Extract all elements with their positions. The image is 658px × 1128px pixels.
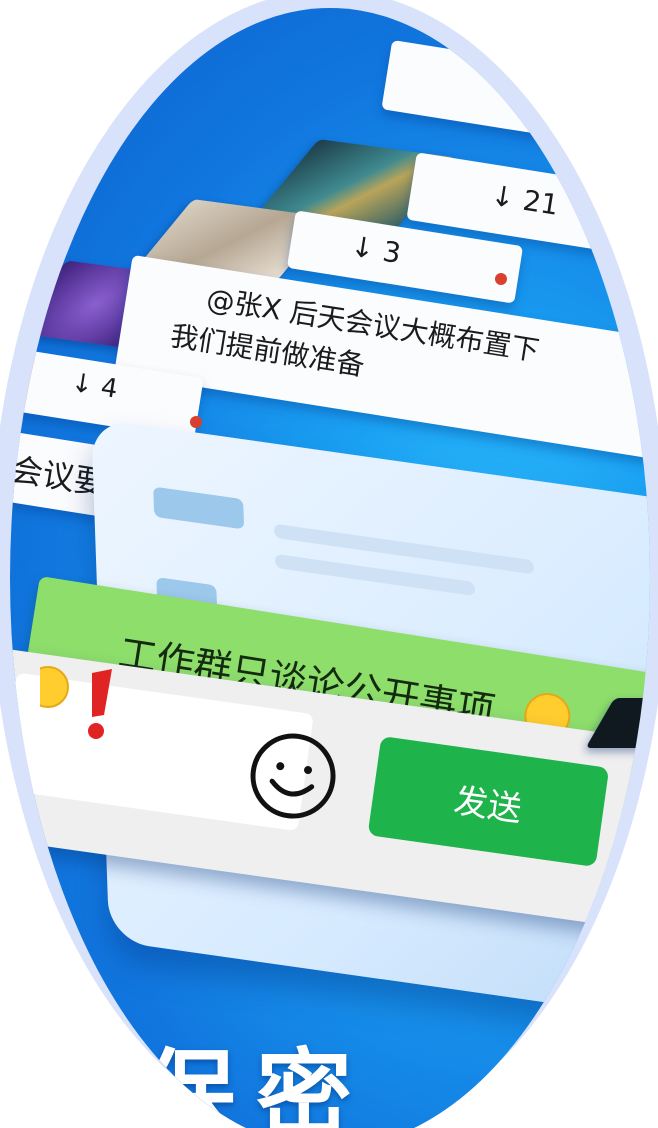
- oval-frame: < ↓ 21 ↓ 3 @张X 后天会议大概布置下 我们提前做准备 ↓ 4 会议要…: [10, 8, 650, 1128]
- placeholder-line: [153, 486, 245, 530]
- message-text: ↓ 3: [348, 229, 404, 271]
- message-text: ↓ 4: [69, 367, 120, 405]
- smiley-face-icon[interactable]: [239, 722, 347, 830]
- banner-headline: 保密: [128, 1013, 548, 1128]
- promo-screen: < ↓ 21 ↓ 3 @张X 后天会议大概布置下 我们提前做准备 ↓ 4 会议要…: [0, 0, 658, 1128]
- unread-dot: [495, 273, 507, 285]
- back-icon[interactable]: <: [493, 65, 533, 116]
- unread-dot: [190, 416, 202, 428]
- chat-header-card: <: [381, 39, 650, 157]
- exclamation-icon: [40, 666, 112, 739]
- banner-text: 保密: [140, 1039, 372, 1128]
- message-text: ↓ 21: [488, 178, 561, 222]
- chat-scene: < ↓ 21 ↓ 3 @张X 后天会议大概布置下 我们提前做准备 ↓ 4 会议要…: [10, 8, 650, 1128]
- send-button[interactable]: 发送: [367, 735, 610, 867]
